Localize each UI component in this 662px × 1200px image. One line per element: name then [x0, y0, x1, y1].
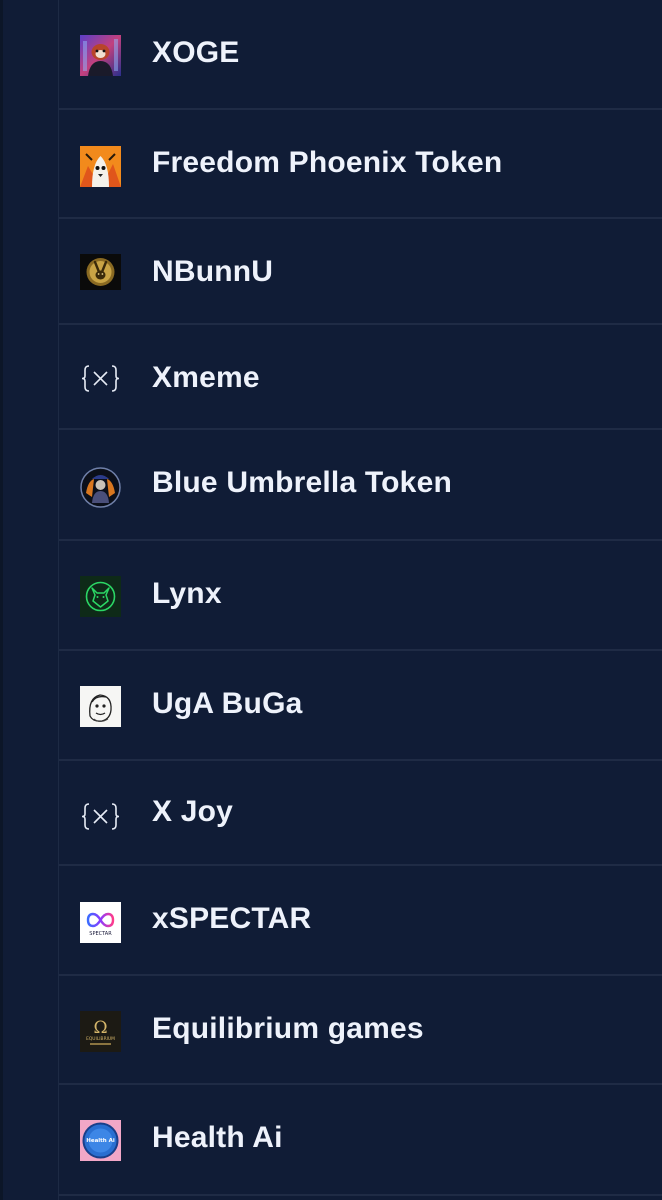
svg-text:Ω: Ω: [93, 1018, 107, 1038]
token-item-equilibrium-games[interactable]: Ω EQUILIBRIUM Equilibrium games: [59, 976, 662, 1085]
token-name: Lynx: [152, 577, 222, 610]
token-item-uga-buga[interactable]: UgA BuGa: [59, 651, 662, 761]
sketch-face-icon: [80, 686, 121, 727]
token-item-freedom-phoenix-token[interactable]: Freedom Phoenix Token: [59, 110, 662, 219]
token-item-blue-umbrella-token[interactable]: Blue Umbrella Token: [59, 430, 662, 541]
equilibrium-logo-text: EQUILIBRIUM: [86, 1036, 115, 1042]
token-item-nbunnu[interactable]: NBunnU: [59, 219, 662, 325]
token-item-xoge[interactable]: XOGE: [59, 0, 662, 110]
lynx-head-icon: [80, 576, 121, 617]
token-name: Freedom Phoenix Token: [152, 146, 503, 179]
gold-bunny-emblem-icon: [80, 254, 121, 290]
token-name: X Joy: [152, 795, 234, 828]
token-item-lynx[interactable]: Lynx: [59, 541, 662, 651]
red-panda-avatar-icon: [80, 35, 121, 76]
token-name: xSPECTAR: [152, 902, 312, 935]
token-item-xspectar[interactable]: SPECTAR xSPECTAR: [59, 866, 662, 976]
health-ai-logo-text: Health Ai: [86, 1138, 115, 1144]
token-name: NBunnU: [152, 255, 274, 288]
token-item-x-joy[interactable]: X Joy: [59, 761, 662, 866]
left-edge-bar: [0, 0, 3, 1200]
token-name: UgA BuGa: [152, 687, 303, 720]
curly-brace-x-icon: [80, 796, 121, 837]
token-name: Health Ai: [152, 1121, 283, 1154]
token-name: XOGE: [152, 36, 240, 69]
infinity-spectar-icon: SPECTAR: [80, 902, 121, 943]
xspectar-logo-text: SPECTAR: [89, 931, 112, 937]
health-ai-badge-icon: Health Ai: [80, 1120, 121, 1161]
omega-equilibrium-icon: Ω EQUILIBRIUM: [80, 1011, 121, 1052]
umbrella-figure-badge-icon: [80, 467, 121, 508]
token-name: Xmeme: [152, 361, 260, 394]
token-name: Blue Umbrella Token: [152, 466, 452, 499]
token-item-health-ai[interactable]: Health Ai Health Ai: [59, 1085, 662, 1196]
phoenix-bird-icon: [80, 146, 121, 187]
token-name: Equilibrium games: [152, 1012, 424, 1045]
token-list[interactable]: XOGE Freedom Phoenix Token NBunnU Xmeme …: [58, 0, 662, 1200]
token-item-xmeme[interactable]: Xmeme: [59, 325, 662, 430]
curly-brace-x-icon: [80, 358, 121, 399]
